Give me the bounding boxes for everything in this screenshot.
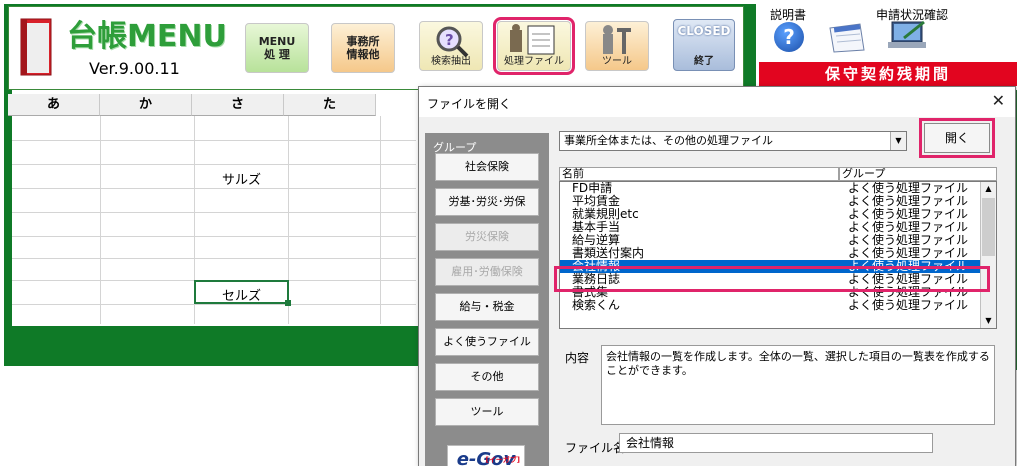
grid-row-line [12,258,416,259]
open-button[interactable]: 開く [919,118,995,158]
calendar-icon[interactable] [826,22,866,54]
dialog-body: グループ 社会保険 労基･労災･労保 労災保険 雇用･労働保険 給与・税金 よく… [419,117,1015,466]
search-extract-button[interactable]: ? 検索抽出 [419,21,483,71]
grid-col-header[interactable]: さ [192,94,284,116]
file-list-scrollbar[interactable]: ▲ ▼ [980,182,996,328]
closed-label: CLOSED [677,24,731,38]
content-label: 内容 [565,351,590,365]
process-file-label: 処理ファイル [504,56,564,67]
scroll-up-icon[interactable]: ▲ [981,182,996,196]
open-file-dialog: ファイルを開く ✕ グループ 社会保険 労基･労災･労保 労災保険 雇用･労働保… [418,86,1016,466]
menu-process-label: MENU 処 理 [258,35,296,61]
magnifier-icon: ? [436,26,469,58]
grid-row-line [12,164,416,165]
app-title: 台帳MENU [67,19,227,54]
process-file-icon [510,24,555,55]
maintenance-period-bar: 保守契約残期間 [759,62,1017,86]
group-social-insurance-button[interactable]: 社会保険 [435,153,539,181]
process-file-button[interactable]: 処理ファイル [493,17,575,75]
file-list-item[interactable]: 検索くん よく使う処理ファイル [560,299,996,312]
help-icon[interactable]: ? [774,22,804,52]
grid-selected-cell[interactable]: セルズ [194,280,291,306]
grid-col-line [100,116,101,324]
grid-column-headers: あ か さ た [8,94,376,116]
tool-label: ツール [602,56,632,67]
grid-col-header[interactable]: た [284,94,376,116]
group-panel: グループ 社会保険 労基･労災･労保 労災保険 雇用･労働保険 給与・税金 よく… [425,133,549,466]
menu-process-button[interactable]: MENU 処 理 [245,23,309,73]
grid-row-line [12,236,416,237]
scroll-thumb[interactable] [982,198,995,256]
file-group: よく使う処理ファイル [848,298,969,312]
scroll-down-icon[interactable]: ▼ [981,314,996,328]
grid-cell: セルズ [222,289,262,304]
closed-exit-button[interactable]: CLOSED 終了 [673,19,735,71]
grid-row-line [12,304,416,305]
search-extract-label: 検索抽出 [431,56,471,67]
grid-row-line [12,188,416,189]
filename-field[interactable]: 会社情報 [619,433,933,453]
file-list[interactable]: FD申請 よく使う処理ファイル 平均賃金 よく使う処理ファイル 就業規則etc よく使… [559,181,997,329]
group-labor-button[interactable]: 労基･労災･労保 [435,188,539,216]
dialog-title: ファイルを開く [427,97,512,111]
grid-col-header[interactable]: あ [8,94,100,116]
application-status-icon[interactable] [884,18,930,52]
grid-col-line [380,116,381,324]
file-list-header: 名前 グループ [559,167,997,181]
grid-col-header[interactable]: か [100,94,192,116]
group-other-button[interactable]: その他 [435,363,539,391]
ledger-book-icon [20,18,52,76]
filename-label: ファイル名 [565,441,626,455]
close-icon[interactable]: ✕ [992,91,1005,110]
tools-icon [603,25,631,54]
file-category-select[interactable]: 事業所全体または、その他の処理ファイル ▼ [559,131,907,151]
office-info-label: 事務所 情報他 [346,35,380,61]
app-version: Ver.9.00.11 [89,59,180,78]
col-group-header[interactable]: グループ [839,167,997,181]
office-info-button[interactable]: 事務所 情報他 [331,23,395,73]
app-header: 台帳MENU Ver.9.00.11 MENU 処 理 事務所 情報他 ? 検索… [8,6,744,90]
group-salary-tax-button[interactable]: 給与・税金 [435,293,539,321]
group-employment-insurance-button[interactable]: 雇用･労働保険 [435,258,539,286]
svg-text:?: ? [445,31,454,49]
col-name-header[interactable]: 名前 [559,167,839,181]
group-tools-button[interactable]: ツール [435,398,539,426]
exit-label: 終了 [694,56,714,67]
egov-subtext: [イーガブ] [485,456,520,464]
grid-row-line [12,212,416,213]
content-description: 会社情報の一覧を作成します。全体の一覧、選択した項目の一覧表を作成することができ… [601,345,995,425]
grid-row-line [12,140,416,141]
group-workers-comp-button[interactable]: 労災保険 [435,223,539,251]
grid-cell[interactable]: サルズ [222,169,261,188]
manual-label: 説明書 [770,8,807,22]
tool-button[interactable]: ツール [585,21,649,71]
chevron-down-icon[interactable]: ▼ [890,132,906,150]
file-category-value: 事業所全体または、その他の処理ファイル [564,134,773,147]
egov-logo[interactable]: e-Gov [イーガブ] [447,445,525,466]
file-name: 検索くん [572,298,621,312]
group-frequent-files-button[interactable]: よく使うファイル [435,328,539,356]
